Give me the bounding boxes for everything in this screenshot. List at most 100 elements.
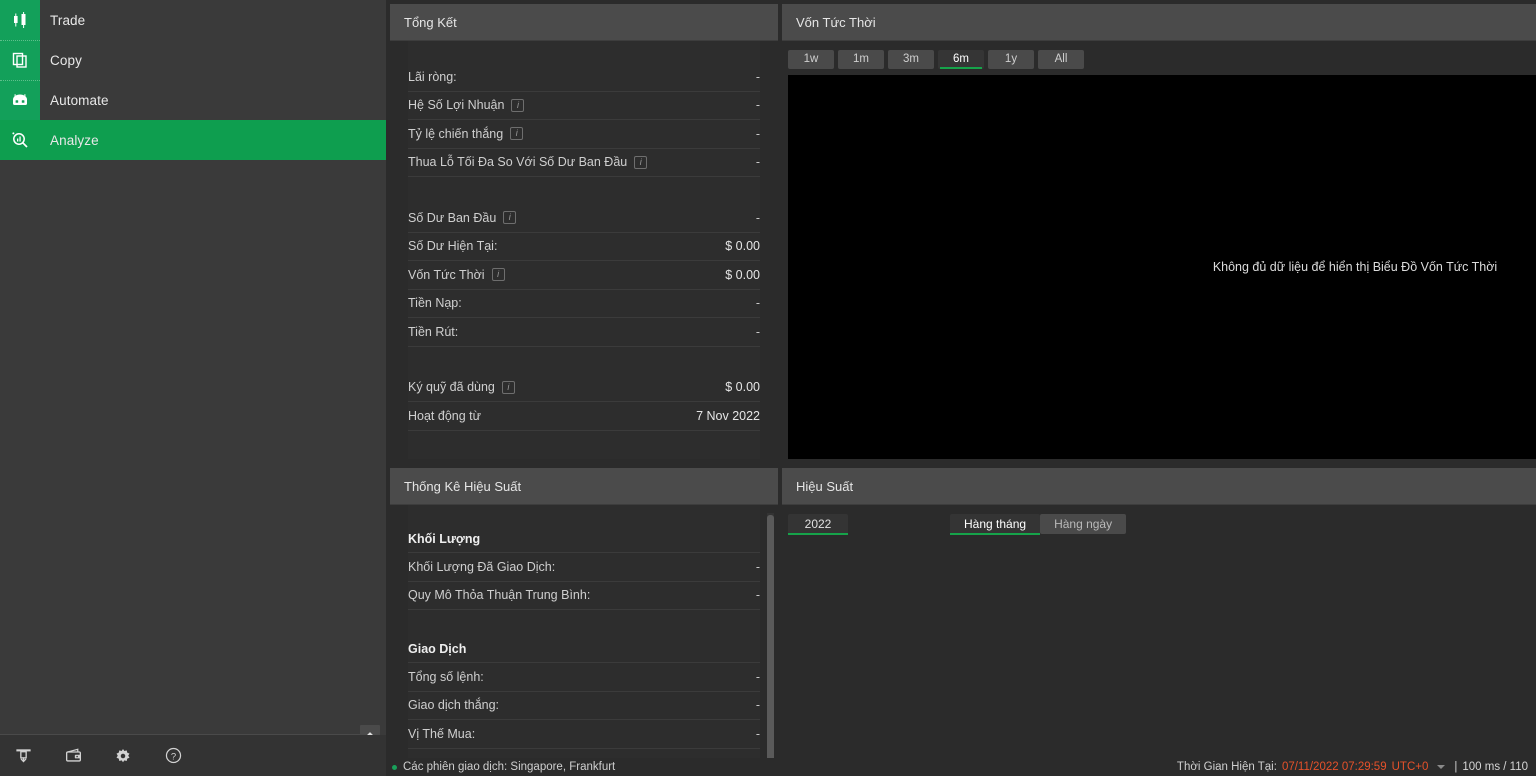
summary-row: Lãi ròng: -	[408, 63, 760, 92]
info-icon[interactable]: i	[511, 98, 525, 112]
summary-panel: Tổng Kết Lãi ròng: - Hệ Số Lợi Nhuận i -	[390, 4, 778, 459]
summary-row: Số Dư Ban Đầu i -	[408, 204, 760, 233]
summary-row: Tỷ lệ chiến thắng i -	[408, 120, 760, 149]
session-status-dot	[392, 764, 397, 770]
equity-chart-area: Không đủ dữ liệu để hiển thị Biểu Đồ Vốn…	[788, 75, 1536, 459]
row-value: -	[755, 559, 760, 574]
info-icon[interactable]: i	[634, 155, 648, 169]
deposit-icon[interactable]	[8, 741, 38, 771]
row-value: -	[755, 98, 760, 113]
stats-panel-body: Khối Lượng Khối Lượng Đã Giao Dịch: - Qu…	[390, 505, 778, 758]
summary-row: Hệ Số Lợi Nhuận i -	[408, 92, 760, 120]
summary-row: Tiền Rút: -	[408, 318, 760, 347]
equity-empty-message: Không đủ dữ liệu để hiển thị Biểu Đồ Vốn…	[1212, 260, 1498, 274]
row-value: $ 0.00	[725, 267, 760, 282]
svg-text:?: ?	[170, 751, 175, 762]
performance-chart-area	[782, 545, 1536, 758]
summary-row: Vốn Tức Thời i $ 0.00	[408, 261, 760, 290]
row-label: Khối Lượng Đã Giao Dịch:	[408, 559, 556, 574]
magnifier-chart-icon	[0, 120, 40, 160]
row-value: -	[755, 126, 760, 141]
main-content: Tổng Kết Lãi ròng: - Hệ Số Lợi Nhuận i -	[386, 0, 1536, 776]
row-value: $ 0.00	[725, 239, 760, 254]
copy-icon	[0, 40, 40, 80]
summary-row: Hoạt động từ 7 Nov 2022	[408, 402, 760, 431]
performance-year-selector[interactable]: 2022	[788, 514, 848, 535]
separator: |	[1454, 761, 1458, 773]
sidebar-item-label: Analyze	[50, 132, 99, 148]
sidebar-bottom-bar: ?	[0, 735, 386, 776]
performance-mode-monthly[interactable]: Hàng tháng	[950, 514, 1041, 535]
stats-row: Giao dịch thắng: -	[408, 692, 760, 720]
timeframe-6m[interactable]: 6m	[938, 49, 984, 69]
row-label: Ký quỹ đã dùng	[408, 380, 495, 395]
timeframe-1m[interactable]: 1m	[838, 49, 884, 69]
timeframe-1w[interactable]: 1w	[788, 49, 834, 69]
performance-toolbar: 2022 Hàng tháng Hàng ngày Giao dịch thắn…	[782, 505, 1536, 535]
info-icon[interactable]: i	[503, 211, 517, 225]
row-label: Hệ Số Lợi Nhuận	[408, 98, 505, 113]
row-label: Vốn Tức Thời	[408, 267, 485, 282]
row-label: Tiền Rút:	[408, 324, 459, 339]
summary-panel-body: Lãi ròng: - Hệ Số Lợi Nhuận i - Tỷ lệ ch…	[390, 41, 778, 459]
timeframe-1y[interactable]: 1y	[988, 49, 1034, 69]
summary-spacer	[408, 347, 760, 374]
clock-value: 07/11/2022 07:29:59	[1281, 761, 1387, 773]
sidebar: Trade Copy Automate Analyze ?	[0, 0, 386, 776]
summary-spacer	[408, 177, 760, 204]
row-label: Thua Lỗ Tối Đa So Với Số Dư Ban Đầu	[408, 155, 628, 170]
sidebar-item-trade[interactable]: Trade	[0, 0, 386, 40]
row-value: -	[755, 726, 760, 741]
row-value: 7 Nov 2022	[696, 408, 760, 423]
summary-row: Ký quỹ đã dùng i $ 0.00	[408, 374, 760, 402]
performance-mode-daily[interactable]: Hàng ngày	[1040, 514, 1127, 534]
timezone-label: UTC+0	[1391, 761, 1429, 773]
performance-panel-body: 2022 Hàng tháng Hàng ngày Giao dịch thắn…	[782, 505, 1536, 758]
row-label: Tỷ lệ chiến thắng	[408, 126, 504, 141]
app-root: Trade Copy Automate Analyze ? Tổng Kết L…	[0, 0, 1536, 776]
gear-icon[interactable]	[108, 741, 138, 771]
stats-row: Khối Lượng Đã Giao Dịch: -	[408, 553, 760, 582]
current-time-block: Thời Gian Hiện Tại: 07/11/2022 07:29:59 …	[1177, 761, 1528, 773]
stats-row: Tổng số lệnh: -	[408, 663, 760, 692]
stats-row: Quy Mô Thỏa Thuận Trung Bình: -	[408, 582, 760, 610]
row-value: -	[755, 669, 760, 684]
row-label: Quy Mô Thỏa Thuận Trung Bình:	[408, 588, 591, 603]
equity-panel-body: 1w 1m 3m 6m 1y All Không đủ dữ liệu để h…	[782, 41, 1536, 459]
timeframe-3m[interactable]: 3m	[888, 49, 934, 69]
row-value: -	[755, 210, 760, 225]
timeframe-all[interactable]: All	[1038, 49, 1084, 69]
summary-row: Thua Lỗ Tối Đa So Với Số Dư Ban Đầu i -	[408, 149, 760, 177]
performance-panel-title: Hiệu Suất	[782, 468, 1536, 505]
row-value: $ 0.00	[725, 380, 760, 395]
stats-row: Vị Thế Mua: -	[408, 720, 760, 749]
summary-panel-title: Tổng Kết	[390, 4, 778, 41]
row-label: Vị Thế Mua:	[408, 726, 476, 741]
sidebar-item-copy[interactable]: Copy	[0, 40, 386, 80]
row-label: Lãi ròng:	[408, 69, 457, 84]
row-label: Tổng số lệnh:	[408, 669, 484, 684]
info-icon[interactable]: i	[491, 268, 505, 282]
ping-indicator: 100 ms / 110	[1462, 761, 1528, 773]
summary-row: Tiền Nạp: -	[408, 290, 760, 318]
sidebar-item-analyze[interactable]: Analyze	[0, 120, 386, 160]
summary-card: Lãi ròng: - Hệ Số Lợi Nhuận i - Tỷ lệ ch…	[408, 41, 760, 459]
row-label: Tiền Nạp:	[408, 296, 462, 311]
help-icon[interactable]: ?	[158, 741, 188, 771]
stats-scrollbar-thumb[interactable]	[767, 515, 774, 758]
row-value: -	[755, 324, 760, 339]
sidebar-item-label: Copy	[50, 52, 82, 68]
info-icon[interactable]: i	[510, 127, 524, 141]
wallet-icon[interactable]	[58, 741, 88, 771]
row-label: Hoạt động từ	[408, 408, 481, 423]
row-value: -	[755, 155, 760, 170]
sidebar-item-label: Automate	[50, 92, 109, 108]
sidebar-item-label: Trade	[50, 12, 86, 28]
info-icon[interactable]: i	[501, 380, 515, 394]
chevron-down-icon[interactable]	[1437, 765, 1446, 769]
row-label: Số Dư Ban Đầu	[408, 210, 497, 225]
equity-panel: Vốn Tức Thời 1w 1m 3m 6m 1y All Không đủ…	[782, 4, 1536, 459]
sessions-label: Các phiên giao dịch: Singapore, Frankfur…	[403, 761, 616, 773]
sidebar-item-automate[interactable]: Automate	[0, 80, 386, 120]
row-label: Số Dư Hiện Tại:	[408, 239, 498, 254]
